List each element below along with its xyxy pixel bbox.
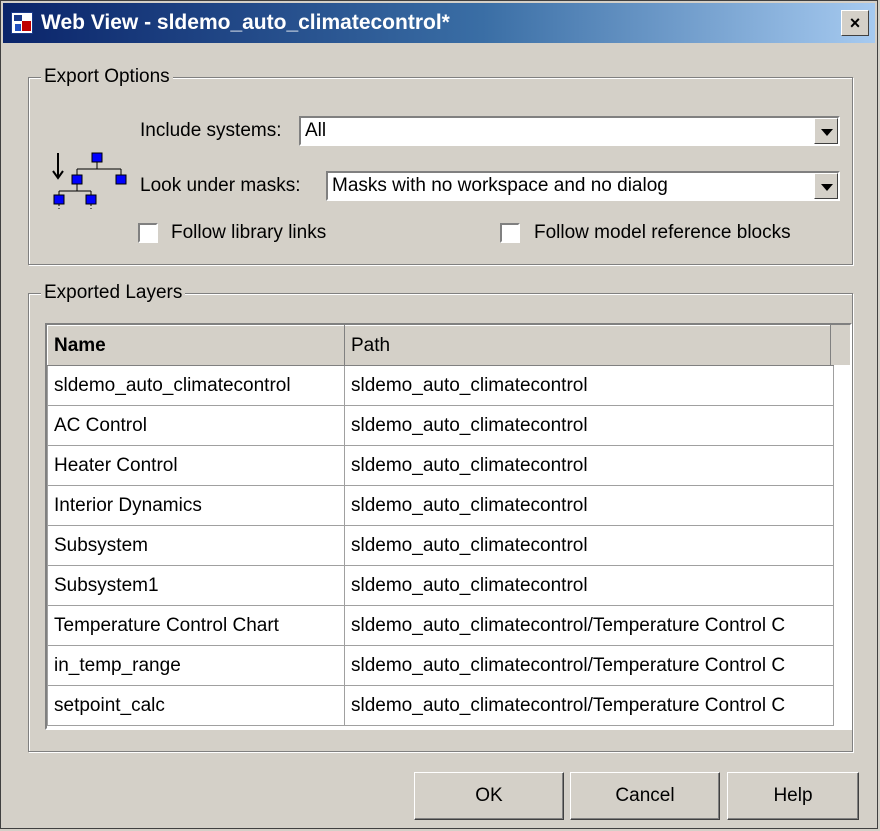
look-under-masks-dropdown[interactable]: Masks with no workspace and no dialog bbox=[326, 171, 840, 201]
follow-library-links-label[interactable]: Follow library links bbox=[171, 222, 326, 244]
row-name-cell: AC Control bbox=[47, 405, 345, 446]
row-path-cell: sldemo_auto_climatecontrol bbox=[344, 525, 834, 566]
table-header-row: Name Path bbox=[47, 325, 834, 366]
table-row[interactable]: Interior Dynamics sldemo_auto_climatecon… bbox=[47, 485, 834, 526]
row-path-cell: sldemo_auto_climatecontrol bbox=[344, 565, 834, 606]
header-corner bbox=[830, 325, 850, 365]
export-options-legend: Export Options bbox=[41, 66, 173, 88]
follow-model-reference-label[interactable]: Follow model reference blocks bbox=[534, 222, 791, 244]
exported-layers-table[interactable]: Name Path sldemo_auto_climatecontrol sld… bbox=[45, 323, 852, 730]
row-name-cell: sldemo_auto_climatecontrol bbox=[47, 365, 345, 406]
help-button[interactable]: Help bbox=[727, 772, 859, 820]
table-row[interactable]: in_temp_range sldemo_auto_climatecontrol… bbox=[47, 645, 834, 686]
row-name-cell: Subsystem1 bbox=[47, 565, 345, 606]
window-title: Web View - sldemo_auto_climatecontrol* bbox=[41, 11, 450, 34]
title-bar[interactable]: Web View - sldemo_auto_climatecontrol* × bbox=[3, 3, 875, 43]
ok-button[interactable]: OK bbox=[414, 772, 564, 820]
row-path-cell: sldemo_auto_climatecontrol bbox=[344, 485, 834, 526]
row-name-cell: Interior Dynamics bbox=[47, 485, 345, 526]
row-name-cell: Subsystem bbox=[47, 525, 345, 566]
simulink-app-icon bbox=[11, 12, 33, 34]
row-path-cell: sldemo_auto_climatecontrol/Temperature C… bbox=[344, 645, 834, 686]
chevron-down-icon[interactable] bbox=[814, 118, 838, 144]
table-row[interactable]: Temperature Control Chart sldemo_auto_cl… bbox=[47, 605, 834, 646]
table-row[interactable]: setpoint_calc sldemo_auto_climatecontrol… bbox=[47, 685, 834, 726]
hierarchy-icon bbox=[52, 152, 127, 209]
chevron-down-icon[interactable] bbox=[814, 173, 838, 199]
table-row[interactable]: Subsystem sldemo_auto_climatecontrol bbox=[47, 525, 834, 566]
row-path-cell: sldemo_auto_climatecontrol bbox=[344, 405, 834, 446]
column-header-path[interactable]: Path bbox=[344, 325, 834, 366]
row-path-cell: sldemo_auto_climatecontrol bbox=[344, 445, 834, 486]
table-row[interactable]: Subsystem1 sldemo_auto_climatecontrol bbox=[47, 565, 834, 606]
row-path-cell: sldemo_auto_climatecontrol/Temperature C… bbox=[344, 685, 834, 726]
row-name-cell: setpoint_calc bbox=[47, 685, 345, 726]
table-row[interactable]: AC Control sldemo_auto_climatecontrol bbox=[47, 405, 834, 446]
row-name-cell: Temperature Control Chart bbox=[47, 605, 345, 646]
exported-layers-legend: Exported Layers bbox=[41, 282, 186, 304]
layers-grid: Name Path sldemo_auto_climatecontrol sld… bbox=[47, 325, 834, 726]
row-path-cell: sldemo_auto_climatecontrol/Temperature C… bbox=[344, 605, 834, 646]
web-view-dialog: Web View - sldemo_auto_climatecontrol* ×… bbox=[0, 0, 878, 829]
close-icon: × bbox=[849, 13, 861, 33]
look-under-masks-label: Look under masks: bbox=[140, 175, 301, 196]
follow-library-links-checkbox[interactable] bbox=[138, 223, 158, 243]
row-path-cell: sldemo_auto_climatecontrol bbox=[344, 365, 834, 406]
column-header-name[interactable]: Name bbox=[47, 325, 345, 366]
follow-model-reference-checkbox[interactable] bbox=[500, 223, 520, 243]
row-name-cell: Heater Control bbox=[47, 445, 345, 486]
close-button[interactable]: × bbox=[841, 10, 869, 36]
table-row[interactable]: Heater Control sldemo_auto_climatecontro… bbox=[47, 445, 834, 486]
cancel-button[interactable]: Cancel bbox=[570, 772, 720, 820]
table-row[interactable]: sldemo_auto_climatecontrol sldemo_auto_c… bbox=[47, 365, 834, 406]
look-under-masks-value: Masks with no workspace and no dialog bbox=[332, 175, 668, 196]
include-systems-value: All bbox=[305, 120, 327, 141]
row-name-cell: in_temp_range bbox=[47, 645, 345, 686]
include-systems-dropdown[interactable]: All bbox=[299, 116, 840, 146]
include-systems-label: Include systems: bbox=[140, 120, 282, 141]
